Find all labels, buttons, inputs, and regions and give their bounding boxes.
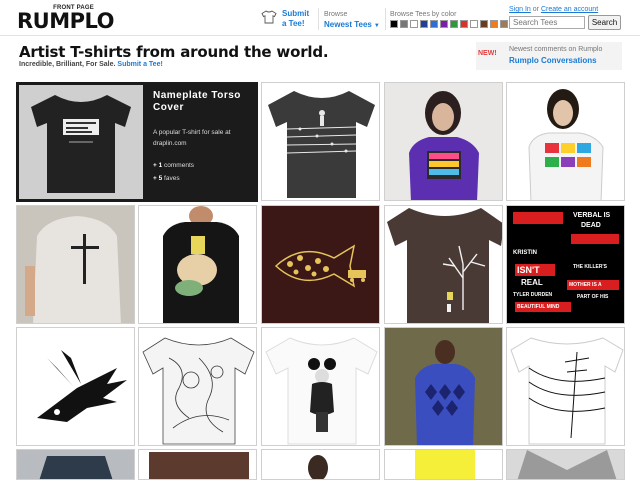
featured-faves-label: faves [164, 175, 180, 182]
quote-line: KRISTIN [513, 250, 537, 256]
movie-quotes-text: VERBAL IS DEAD KRISTIN ISN'T REAL TYLER … [507, 206, 624, 323]
tee-thumbnail[interactable] [138, 327, 257, 446]
quote-line: VERBAL IS [573, 212, 611, 219]
color-swatch[interactable] [460, 20, 468, 28]
quote-line: PART OF HIS [577, 294, 609, 300]
partial-tee-image [17, 450, 134, 479]
submit-tee-link[interactable]: Submit a Tee! [261, 9, 317, 31]
cassette-tee-image [507, 83, 624, 200]
tee-thumbnail[interactable] [384, 327, 503, 446]
tee-thumbnail[interactable] [384, 82, 503, 201]
bunny-ears-tee-image [262, 328, 379, 445]
tagline: Incredible, Brilliant, For Sale. Submit … [19, 61, 163, 68]
nameplate-tee-image [19, 85, 143, 199]
newest-comments-box: NEW! Newest comments on Rumplo Rumplo Co… [476, 42, 622, 70]
browse-menu[interactable]: Browse Newest Tees ▼ [324, 10, 380, 32]
color-swatch[interactable] [420, 20, 428, 28]
color-swatch[interactable] [450, 20, 458, 28]
tee-thumbnail[interactable] [261, 327, 380, 446]
featured-title[interactable]: Nameplate Torso Cover [153, 90, 253, 114]
sign-in-link[interactable]: Sign In [509, 6, 531, 13]
quote-line: TYLER DURDEN [513, 292, 553, 298]
color-swatch[interactable] [410, 20, 418, 28]
browse-selected: Newest Tees [324, 20, 372, 29]
color-swatch[interactable] [500, 20, 508, 28]
new-badge: NEW! [478, 50, 497, 57]
quote-line: ISN'T [517, 265, 540, 275]
submit-line-2: a Tee! [282, 19, 305, 28]
tee-thumbnail[interactable] [384, 449, 503, 480]
power-lines-tee-image [507, 328, 624, 445]
color-browser-label: Browse Tees by color [390, 11, 457, 18]
featured-description: A popular T-shirt for sale at draplin.co… [153, 129, 231, 147]
color-swatch[interactable] [470, 20, 478, 28]
color-swatch[interactable] [490, 20, 498, 28]
tee-thumbnail[interactable] [138, 449, 257, 480]
tee-thumbnail[interactable] [138, 205, 257, 324]
featured-faves[interactable]: + 5 faves [153, 175, 180, 182]
featured-comments-label: comments [164, 162, 195, 169]
partial-tee-image [385, 450, 502, 479]
cross-tee-image [17, 206, 134, 323]
tee-thumbnail[interactable] [384, 205, 503, 324]
tshirt-icon [261, 10, 277, 24]
bird-print-image [17, 328, 134, 445]
quote-line: DEAD [581, 222, 601, 229]
featured-comments-count: + 1 [153, 162, 163, 169]
create-account-link[interactable]: Create an account [541, 6, 598, 13]
color-swatch[interactable] [400, 20, 408, 28]
color-swatch[interactable] [480, 20, 488, 28]
tee-thumbnail[interactable] [261, 82, 380, 201]
partial-tee-image [262, 450, 379, 479]
featured-tee-image[interactable] [19, 85, 143, 199]
sketch-print-tee-image [139, 328, 256, 445]
tee-thumbnail[interactable] [16, 449, 135, 480]
or-text: or [532, 6, 539, 13]
tagline-submit-link[interactable]: Submit a Tee! [117, 61, 162, 68]
featured-comments[interactable]: + 1 comments [153, 162, 194, 169]
fish-tee-image [262, 206, 379, 323]
tee-thumbnail[interactable] [16, 205, 135, 324]
quote-line: REAL [521, 278, 543, 287]
model-purple-tee-image [385, 83, 502, 200]
caret-down-icon: ▼ [373, 23, 380, 29]
account-links: Sign In or Create an account [509, 6, 598, 13]
tee-thumbnail[interactable] [16, 327, 135, 446]
partial-tee-image [507, 450, 624, 479]
tree-tee-image [385, 206, 502, 323]
color-swatch[interactable] [440, 20, 448, 28]
tagline-text: Incredible, Brilliant, For Sale. [19, 61, 116, 68]
divider [385, 8, 386, 30]
site-header: FRONT PAGE RUMPLO Submit a Tee! Browse N… [0, 0, 640, 36]
partial-tee-image [139, 450, 256, 479]
barbed-wire-tee-image [262, 83, 379, 200]
logo-wordmark: RUMPLO [17, 9, 115, 33]
featured-faves-count: + 5 [153, 175, 163, 182]
tee-thumbnail[interactable]: VERBAL IS DEAD KRISTIN ISN'T REAL TYLER … [506, 205, 625, 324]
tee-thumbnail[interactable] [261, 205, 380, 324]
comments-label: Newest comments on Rumplo [509, 46, 603, 53]
quote-line: THE KILLER'S [573, 264, 607, 270]
tee-thumbnail[interactable] [506, 327, 625, 446]
search-button[interactable]: Search [588, 15, 621, 30]
tee-thumbnail[interactable] [261, 449, 380, 480]
browse-label: Browse [324, 11, 348, 18]
divider [318, 8, 319, 30]
featured-tee[interactable]: Nameplate Torso Cover A popular T-shirt … [16, 82, 258, 202]
page-headline: Artist T-shirts from around the world. [19, 43, 329, 61]
logo[interactable]: FRONT PAGE RUMPLO [17, 5, 115, 32]
search-input[interactable] [509, 16, 585, 29]
submit-line-1: Submit [282, 9, 310, 18]
tee-thumbnail[interactable] [506, 82, 625, 201]
pig-tee-image [139, 206, 256, 323]
quote-line: MOTHER IS A [569, 282, 602, 288]
conversations-link[interactable]: Rumplo Conversations [509, 55, 621, 66]
tee-thumbnail[interactable] [506, 449, 625, 480]
color-swatches [390, 20, 508, 28]
color-swatch[interactable] [430, 20, 438, 28]
color-swatch[interactable] [390, 20, 398, 28]
quote-line: BEAUTIFUL MIND [517, 304, 560, 310]
argyle-tee-image [385, 328, 502, 445]
color-browser: Browse Tees by color [390, 10, 508, 28]
